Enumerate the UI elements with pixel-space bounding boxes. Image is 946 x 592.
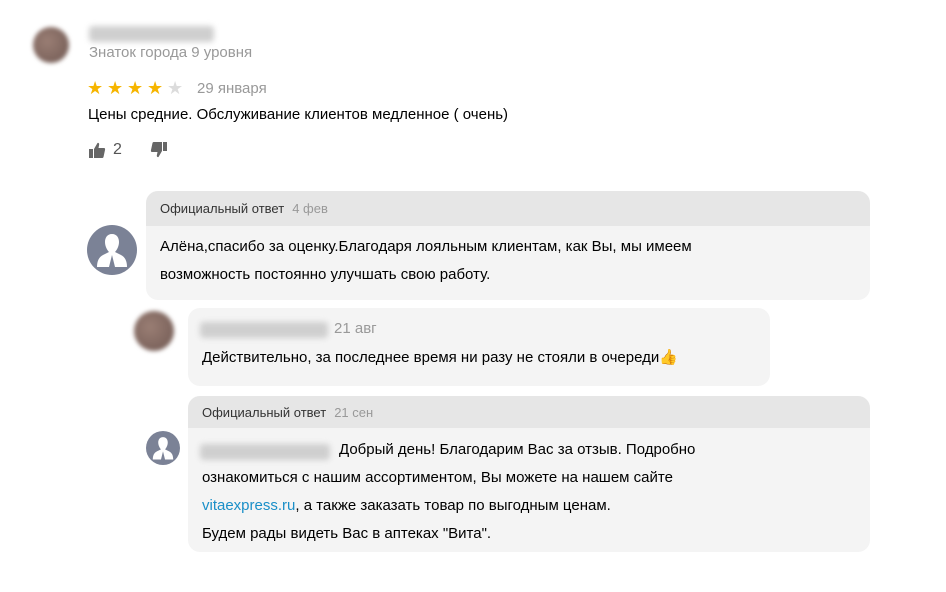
official-reply-bubble: Официальный ответ 4 фев Алёна,спасибо за…: [146, 191, 870, 300]
official-reply-line: Алёна,спасибо за оценку.Благодаря лояльн…: [160, 238, 692, 255]
comment-date: 21 авг: [334, 320, 377, 337]
comment-text-row: Действительно, за последнее время ни раз…: [202, 344, 678, 372]
dislike-button[interactable]: [150, 141, 168, 164]
official-reply-text-fragment: , а также заказать товар по выгодным цен…: [295, 497, 611, 514]
review-text: Цены средние. Обслуживание клиентов медл…: [88, 106, 509, 123]
author-level: Знаток города 9 уровня: [89, 44, 253, 61]
comment-text: Действительно, за последнее время ни раз…: [202, 349, 660, 366]
rating-stars: ★ ★ ★ ★ ★: [87, 79, 185, 97]
star-empty-icon: ★: [167, 78, 184, 98]
official-reply-text: Алёна,спасибо за оценку.Благодаря лояльн…: [160, 233, 692, 289]
official-reply-line: vitaexpress.ru, а также заказать товар п…: [202, 492, 695, 520]
thumbs-up-icon: [89, 142, 106, 158]
star-filled-icon: ★: [107, 78, 124, 98]
like-count: 2: [113, 141, 122, 158]
official-reply-line: возможность постоянно улучшать свою рабо…: [160, 266, 491, 283]
thumbs-down-icon: [150, 142, 167, 158]
star-filled-icon: ★: [147, 78, 164, 98]
review-author-name-blurred[interactable]: [89, 26, 214, 42]
official-reply-text-2: Добрый день! Благодарим Вас за отзыв. По…: [202, 436, 695, 548]
official-reply-label-2: Официальный ответ: [202, 404, 327, 420]
official-reply-line: Будем рады видеть Вас в аптеках "Вита".: [202, 525, 492, 542]
star-filled-icon: ★: [127, 78, 144, 98]
official-reply-label: Официальный ответ: [160, 201, 285, 216]
commenter-name-blurred[interactable]: [200, 322, 328, 338]
org-silhouette-icon: [146, 431, 180, 465]
official-reply-date-2: 21 сен: [334, 404, 374, 420]
star-filled-icon: ★: [87, 78, 104, 98]
org-silhouette-icon: [87, 225, 137, 275]
review-date: 29 января: [197, 80, 267, 97]
like-button[interactable]: 2: [88, 141, 122, 159]
official-reply-line: ознакомиться с нашим ассортиментом, Вы м…: [202, 469, 673, 486]
comment-bubble: 21 авг Действительно, за последнее время…: [188, 308, 770, 386]
review-author-avatar[interactable]: [33, 27, 69, 63]
commenter-avatar[interactable]: [134, 311, 174, 351]
official-reply-date: 4 фев: [292, 201, 328, 216]
official-reply-header-2: Официальный ответ 21 сен: [188, 396, 870, 428]
official-reply-bubble-2: Официальный ответ 21 сен Добрый день! Бл…: [188, 396, 870, 552]
thumbs-up-emoji: 👍: [659, 349, 678, 366]
official-reply-header: Официальный ответ 4 фев: [146, 191, 870, 226]
official-reply-line: Добрый день! Благодарим Вас за отзыв. По…: [339, 441, 696, 458]
website-link[interactable]: vitaexpress.ru: [202, 497, 295, 514]
